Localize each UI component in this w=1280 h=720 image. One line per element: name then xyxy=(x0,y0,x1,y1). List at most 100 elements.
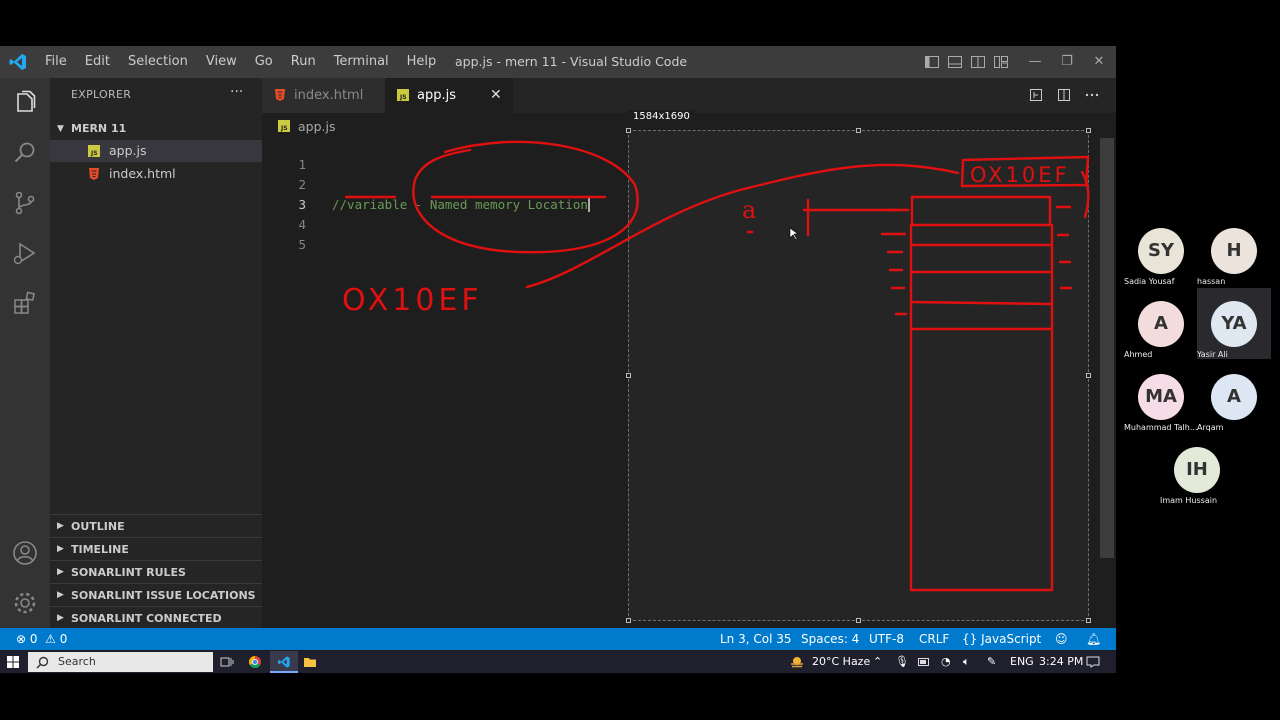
participant-tile[interactable]: MA Muhammad Talh... xyxy=(1124,374,1198,446)
volume-icon[interactable]: 🔈︎ xyxy=(963,651,970,673)
chrome-icon[interactable] xyxy=(248,655,262,669)
menu-view[interactable]: View xyxy=(197,46,246,78)
explorer-more-actions[interactable]: ··· xyxy=(230,84,243,100)
close-window-button[interactable]: ✕ xyxy=(1082,46,1116,78)
battery-icon[interactable] xyxy=(918,658,930,666)
file-name: index.html xyxy=(109,166,176,181)
file-index-html[interactable]: index.html xyxy=(50,163,262,185)
end-of-line[interactable]: CRLF xyxy=(919,628,949,650)
resize-handle[interactable] xyxy=(856,128,861,133)
breadcrumb[interactable]: JS app.js xyxy=(278,118,336,136)
toggle-panel-icon[interactable] xyxy=(947,54,963,70)
explorer-icon[interactable] xyxy=(12,90,38,116)
svg-text:JS: JS xyxy=(90,150,98,157)
accounts-icon[interactable] xyxy=(12,540,38,566)
panel-sonarlint-connected-mode[interactable]: ▶SONARLINT CONNECTED MODE xyxy=(50,606,262,648)
indentation[interactable]: Spaces: 4 xyxy=(801,628,859,650)
line-number: 5 xyxy=(298,237,306,252)
resize-handle[interactable] xyxy=(1086,128,1091,133)
task-view-icon[interactable] xyxy=(220,655,234,669)
participant-tile[interactable]: SY Sadia Yousaf xyxy=(1124,228,1198,300)
participant-tile[interactable]: A Ahmed xyxy=(1124,301,1198,373)
encoding[interactable]: UTF-8 xyxy=(869,628,904,650)
menu-selection[interactable]: Selection xyxy=(119,46,197,78)
avatar: YA xyxy=(1211,301,1257,347)
tab-app-js[interactable]: JS app.js ✕ xyxy=(385,78,513,113)
extensions-icon[interactable] xyxy=(12,290,38,316)
editor-scrollbar[interactable] xyxy=(1100,138,1114,558)
source-control-icon[interactable] xyxy=(12,190,38,216)
menu-run[interactable]: Run xyxy=(282,46,325,78)
restore-button[interactable]: ❐ xyxy=(1050,46,1084,78)
file-app-js[interactable]: JS app.js xyxy=(50,140,262,162)
image-size-label: 1584x1690 xyxy=(628,110,695,123)
split-editor-icon[interactable] xyxy=(1056,87,1072,103)
folder-mern-11[interactable]: ▼ MERN 11 xyxy=(50,118,262,140)
clock-time[interactable]: 3:24 PM xyxy=(1039,651,1083,673)
menu-help[interactable]: Help xyxy=(398,46,446,78)
problems-status[interactable]: ⊗ 0 ⚠ 0 xyxy=(16,628,67,650)
toggle-sidebar-icon[interactable] xyxy=(924,54,940,70)
weather-status[interactable]: 20°C Haze xyxy=(812,651,870,673)
open-preview-icon[interactable] xyxy=(1028,87,1044,103)
resize-handle[interactable] xyxy=(626,618,631,623)
resize-handle[interactable] xyxy=(626,128,631,133)
windows-taskbar: Search 20°C Haze ⌃ 🎙︎ ◔ 🔈︎ ✎ ENG 3:24 PM xyxy=(0,651,1116,673)
participant-tile-active-speaker[interactable]: YA Yasir Ali xyxy=(1197,288,1271,359)
taskbar-search-box[interactable]: Search xyxy=(28,652,213,672)
vscode-taskbar-icon xyxy=(278,656,290,668)
avatar: MA xyxy=(1138,374,1184,420)
tab-label: index.html xyxy=(294,88,364,103)
svg-text:JS: JS xyxy=(280,125,288,132)
resize-handle[interactable] xyxy=(1086,618,1091,623)
menu-terminal[interactable]: Terminal xyxy=(325,46,398,78)
notifications-bell-icon[interactable]: 🔔︎ xyxy=(1086,628,1101,650)
panel-outline[interactable]: ▶ OUTLINE xyxy=(50,514,262,537)
pen-ink-icon[interactable]: ✎ xyxy=(987,651,996,673)
menu-file[interactable]: File xyxy=(36,46,76,78)
participant-tile[interactable]: A Arqam xyxy=(1197,374,1271,446)
menu-edit[interactable]: Edit xyxy=(76,46,119,78)
code-line-comment[interactable]: //variable - Named memory Location xyxy=(332,197,590,212)
minimize-button[interactable]: — xyxy=(1018,46,1052,78)
participant-tile[interactable]: IH Imam Hussain xyxy=(1160,447,1234,519)
cursor-position[interactable]: Ln 3, Col 35 xyxy=(720,628,792,650)
run-debug-icon[interactable] xyxy=(12,240,38,266)
tab-index-html[interactable]: index.html xyxy=(262,78,385,113)
tab-close-button[interactable]: ✕ xyxy=(490,78,502,113)
network-wifi-icon[interactable]: ◔ xyxy=(941,651,951,673)
show-hidden-icons-icon[interactable]: ⌃ xyxy=(873,651,882,673)
notification-center-icon[interactable] xyxy=(1086,656,1100,668)
windows-start-icon[interactable] xyxy=(7,656,19,668)
pasted-image-panel[interactable] xyxy=(628,130,1089,621)
window-title: app.js - mern 11 - Visual Studio Code xyxy=(455,54,688,69)
taskbar-vscode-active[interactable] xyxy=(270,651,298,673)
settings-gear-icon[interactable] xyxy=(12,590,38,616)
microphone-icon[interactable]: 🎙︎ xyxy=(895,651,909,673)
chevron-right-icon: ▶ xyxy=(57,521,64,531)
panel-sonarlint-issue-locations[interactable]: ▶ SONARLINT ISSUE LOCATIONS xyxy=(50,583,262,606)
avatar: H xyxy=(1211,228,1257,274)
panel-sonarlint-rules[interactable]: ▶ SONARLINT RULES xyxy=(50,560,262,583)
language-mode[interactable]: {} JavaScript xyxy=(962,628,1041,650)
text-cursor xyxy=(587,197,590,212)
search-icon[interactable] xyxy=(12,140,38,166)
more-actions-icon[interactable] xyxy=(1084,87,1100,103)
resize-handle[interactable] xyxy=(626,373,631,378)
weather-haze-icon[interactable] xyxy=(789,655,805,669)
html-file-icon xyxy=(275,89,285,101)
avatar: A xyxy=(1211,374,1257,420)
line-number: 4 xyxy=(298,217,306,232)
input-language[interactable]: ENG xyxy=(1010,651,1034,673)
panel-timeline[interactable]: ▶ TIMELINE xyxy=(50,537,262,560)
customize-layout-icon[interactable] xyxy=(993,54,1009,70)
feedback-icon[interactable]: ☺ xyxy=(1055,628,1068,650)
menu-go[interactable]: Go xyxy=(246,46,282,78)
folder-label: MERN 11 xyxy=(71,122,127,135)
file-explorer-icon[interactable] xyxy=(303,655,317,669)
html-file-icon xyxy=(89,168,99,180)
toggle-secondary-sidebar-icon[interactable] xyxy=(970,54,986,70)
file-name: app.js xyxy=(109,143,147,158)
resize-handle[interactable] xyxy=(856,618,861,623)
resize-handle[interactable] xyxy=(1086,373,1091,378)
